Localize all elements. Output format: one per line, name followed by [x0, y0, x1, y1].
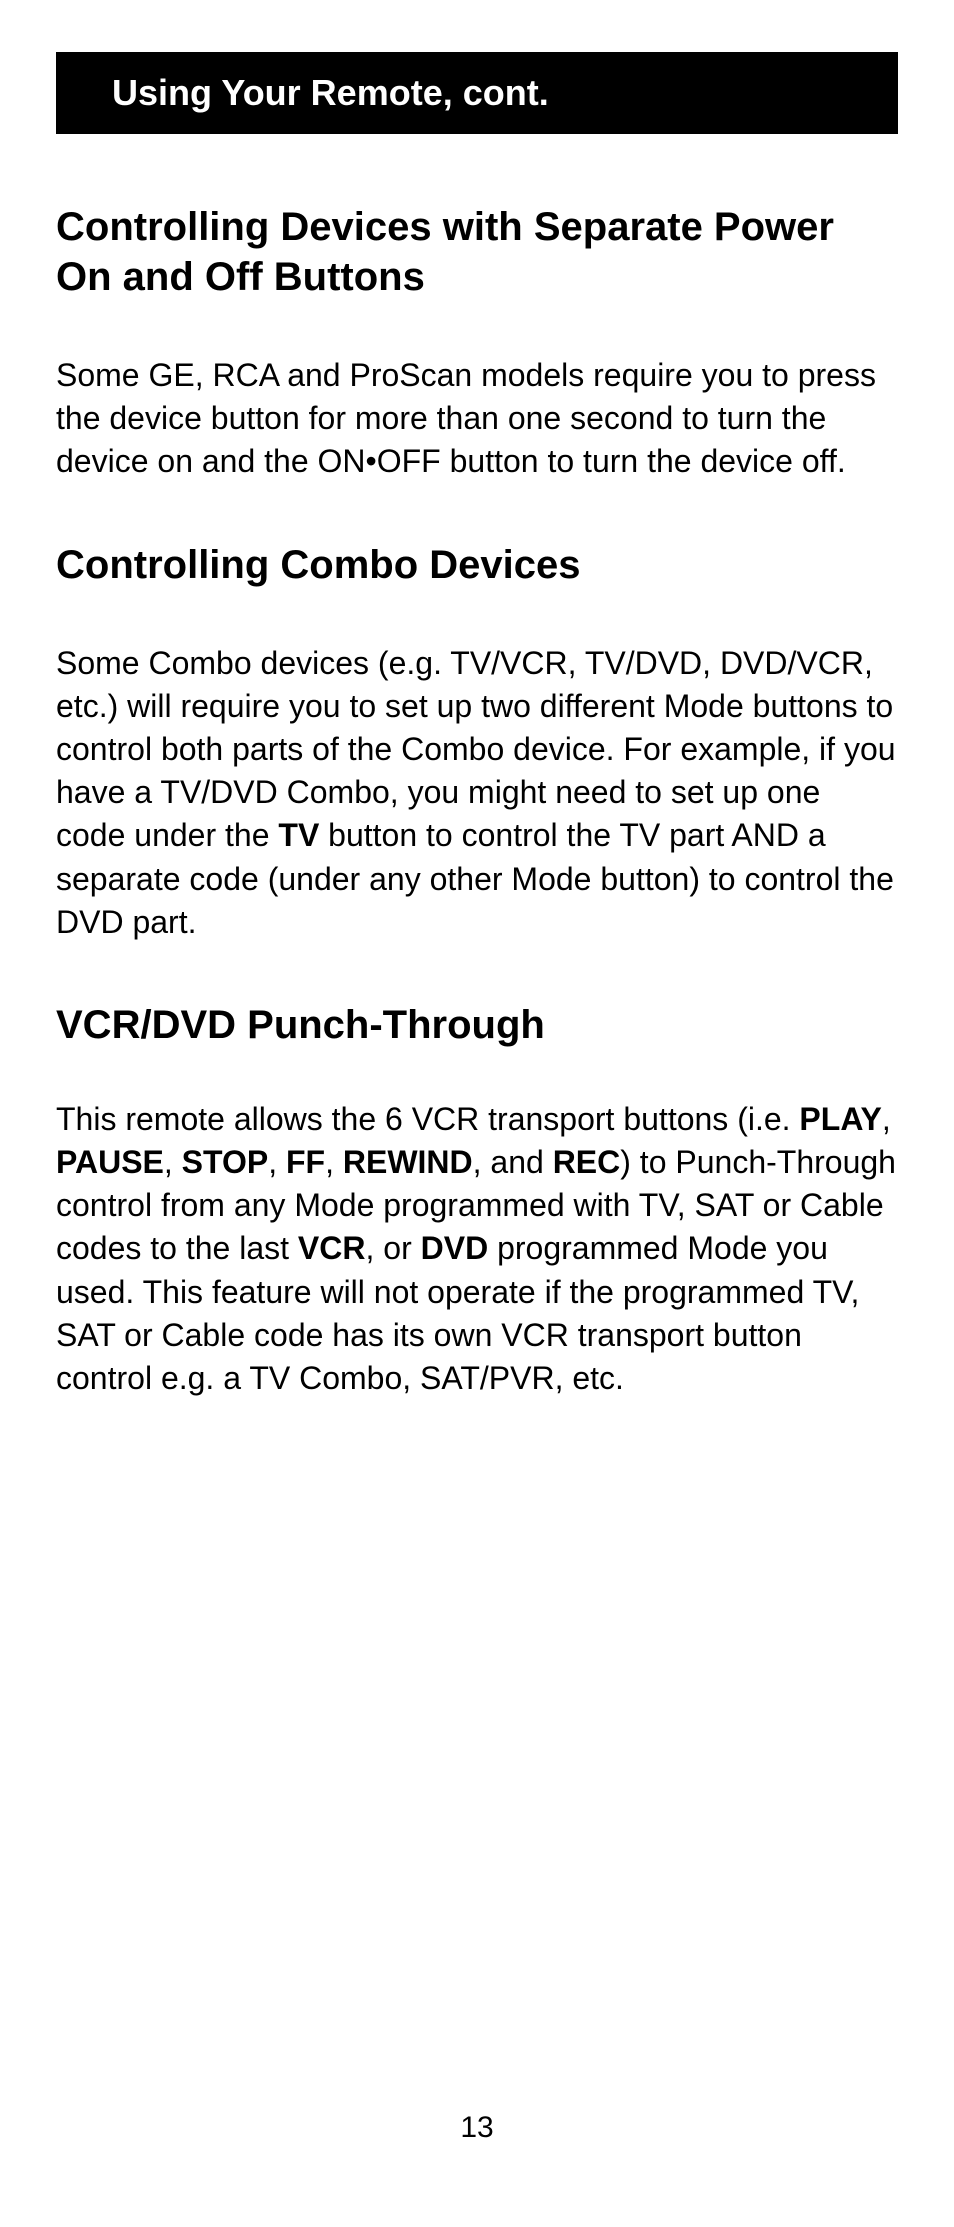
section-heading-combo: Controlling Combo Devices [56, 540, 898, 590]
text-segment: REWIND [343, 1144, 473, 1180]
header-title: Using Your Remote, cont. [112, 72, 549, 113]
text-segment: , [268, 1144, 286, 1180]
text-segment: TV [278, 817, 319, 853]
text-segment: FF [286, 1144, 325, 1180]
text-segment: , [882, 1101, 891, 1137]
text-segment: PLAY [799, 1101, 881, 1137]
text-segment: , and [473, 1144, 553, 1180]
section-body-punchthrough: This remote allows the 6 VCR transport b… [56, 1098, 898, 1400]
section-body-separate-power: Some GE, RCA and ProScan models require … [56, 354, 898, 484]
text-segment: , [325, 1144, 343, 1180]
text-segment: STOP [182, 1144, 269, 1180]
page-number: 13 [0, 2111, 954, 2145]
page-container: Using Your Remote, cont. Controlling Dev… [0, 0, 954, 1400]
text-segment: VCR [298, 1230, 366, 1266]
section-heading-separate-power: Controlling Devices with Separate Power … [56, 202, 898, 302]
header-bar: Using Your Remote, cont. [56, 52, 898, 134]
text-segment: DVD [421, 1230, 489, 1266]
text-segment: , [164, 1144, 182, 1180]
section-body-combo: Some Combo devices (e.g. TV/VCR, TV/DVD,… [56, 642, 898, 944]
text-segment: REC [553, 1144, 621, 1180]
text-segment: This remote allows the 6 VCR transport b… [56, 1101, 799, 1137]
text-segment: Some GE, RCA and ProScan models require … [56, 357, 876, 479]
section-heading-punchthrough: VCR/DVD Punch-Through [56, 1000, 898, 1050]
text-segment: PAUSE [56, 1144, 164, 1180]
text-segment: , or [365, 1230, 420, 1266]
